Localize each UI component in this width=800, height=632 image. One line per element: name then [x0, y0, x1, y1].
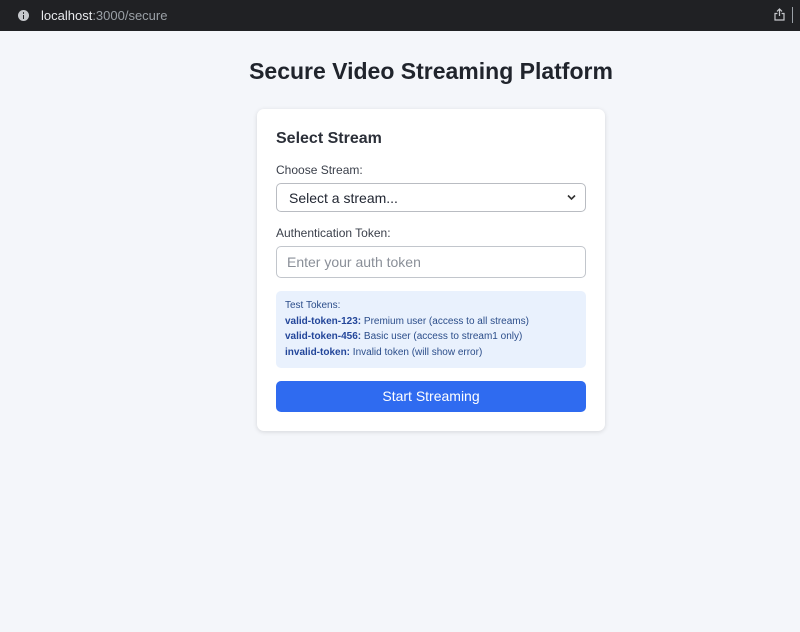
- url-host: localhost: [41, 8, 93, 23]
- stream-select[interactable]: Select a stream...: [276, 183, 586, 212]
- test-token-description: Invalid token (will show error): [350, 347, 483, 358]
- address-bar[interactable]: localhost:3000/secure: [41, 8, 167, 23]
- stream-select-value: Select a stream...: [289, 190, 398, 206]
- test-token-item: invalid-token: Invalid token (will show …: [285, 347, 482, 359]
- start-streaming-button[interactable]: Start Streaming: [276, 381, 586, 412]
- test-tokens-box: Test Tokens: valid-token-123: Premium us…: [276, 291, 586, 368]
- test-token-description: Premium user (access to all streams): [361, 316, 529, 327]
- test-token-name: invalid-token:: [285, 347, 351, 358]
- test-token-item: valid-token-123: Premium user (access to…: [285, 316, 529, 328]
- test-token-name: valid-token-123:: [285, 316, 362, 327]
- test-token-item: valid-token-456: Basic user (access to s…: [285, 331, 522, 343]
- stream-selection-card: Select Stream Choose Stream: Select a st…: [257, 109, 605, 431]
- toolbar-divider: [792, 7, 793, 23]
- stream-select-label: Choose Stream:: [276, 163, 363, 177]
- url-path: :3000/secure: [92, 8, 168, 23]
- browser-toolbar: localhost:3000/secure: [0, 0, 800, 31]
- card-title: Select Stream: [276, 130, 382, 147]
- info-icon[interactable]: [18, 10, 29, 21]
- test-tokens-heading: Test Tokens:: [285, 300, 341, 311]
- token-input-label: Authentication Token:: [276, 226, 391, 240]
- test-token-name: valid-token-456:: [285, 331, 362, 342]
- chevron-down-icon: [567, 194, 576, 201]
- page-title: Secure Video Streaming Platform: [249, 58, 613, 84]
- auth-token-input[interactable]: [276, 246, 586, 278]
- share-icon[interactable]: [774, 8, 785, 21]
- test-token-description: Basic user (access to stream1 only): [361, 331, 523, 342]
